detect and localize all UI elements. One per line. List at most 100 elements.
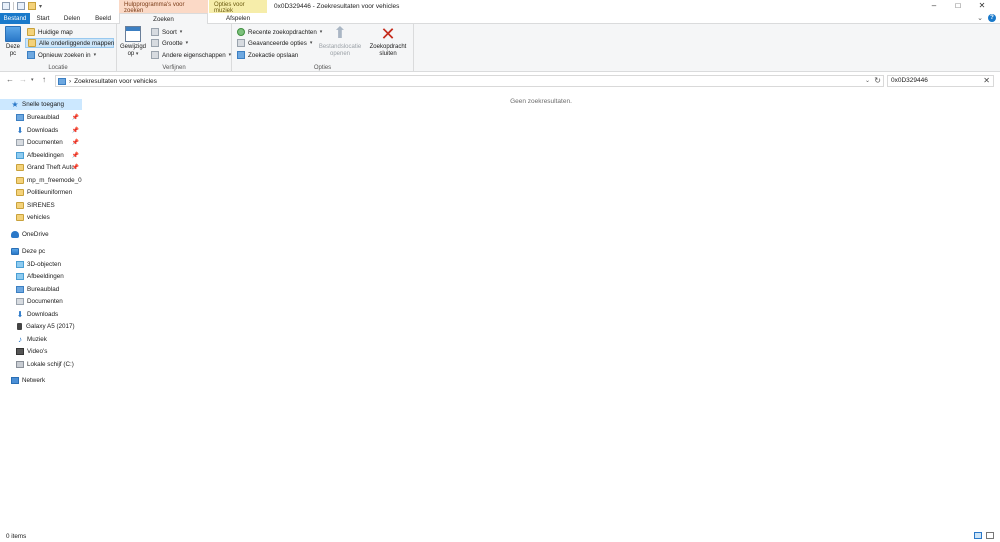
other-properties-button[interactable]: Andere eigenschappen ▾ xyxy=(149,50,233,60)
sidebar-item-downloads[interactable]: ⬇ Downloads 📌 xyxy=(0,125,82,136)
tab-view[interactable]: Beeld xyxy=(89,13,117,24)
subfolders-icon xyxy=(28,39,36,47)
sidebar-item-gta[interactable]: Grand Theft Auto 📌 xyxy=(0,162,82,173)
sidebar-item-3d-objects[interactable]: 3D-objecten xyxy=(0,259,82,270)
date-modified-button[interactable]: Gewijzigd op ▾ xyxy=(119,26,147,58)
tab-share[interactable]: Delen xyxy=(58,13,86,24)
window-title: 0x0D329446 - Zoekresultaten voor vehicle… xyxy=(274,3,400,10)
pin-icon: 📌 xyxy=(71,165,79,171)
up-arrow-icon[interactable]: ↑ xyxy=(42,75,46,84)
sidebar-item-label: 3D-objecten xyxy=(27,260,61,268)
sidebar-item-desktop[interactable]: Bureaublad 📌 xyxy=(0,112,82,123)
sidebar-item-label: Snelle toegang xyxy=(22,101,65,108)
open-location-label-2: openen xyxy=(329,51,351,57)
kind-label: Soort xyxy=(162,28,177,36)
ribbon-help-area: ⌄ ? xyxy=(977,14,996,22)
search-again-icon xyxy=(27,51,35,59)
quick-access-toolbar: ▾ xyxy=(2,2,42,10)
cube-icon xyxy=(16,260,24,268)
window-controls: – □ ✕ xyxy=(922,0,994,12)
date-modified-label: Gewijzigd xyxy=(119,44,146,50)
recent-icon xyxy=(237,28,245,36)
address-bar[interactable]: › Zoekresultaten voor vehicles ⌄ ↻ xyxy=(55,75,884,87)
picture-icon xyxy=(16,151,24,159)
back-arrow-icon[interactable]: ← xyxy=(6,75,14,84)
sidebar-item-onedrive[interactable]: OneDrive xyxy=(0,229,82,240)
this-pc-button[interactable]: Deze pc xyxy=(3,26,23,58)
search-tools-context-label: Hulpprogramma's voor zoeken xyxy=(119,0,208,14)
group-refine: Gewijzigd op ▾ Soort ▾ Grootte ▾ Andere … xyxy=(117,24,232,72)
current-folder-label: Huidige map xyxy=(38,28,73,36)
close-search-button[interactable]: ✕ Zoekopdracht sluiten xyxy=(366,25,410,58)
sidebar-item-sirenes[interactable]: SIRENES xyxy=(0,200,82,211)
computer-icon xyxy=(5,26,21,42)
item-count: 0 items xyxy=(6,533,27,540)
properties-icon xyxy=(151,51,159,59)
refresh-icon[interactable]: ↻ xyxy=(874,76,881,85)
current-folder-button[interactable]: Huidige map xyxy=(25,27,75,37)
details-view-icon[interactable] xyxy=(974,532,982,539)
properties-icon[interactable] xyxy=(17,2,25,10)
search-again-button[interactable]: Opnieuw zoeken in ▾ xyxy=(25,50,98,60)
tab-play[interactable]: Afspelen xyxy=(209,13,267,24)
sidebar-item-videos[interactable]: Video's xyxy=(0,346,82,357)
minimize-button[interactable]: – xyxy=(922,0,946,12)
forward-arrow-icon[interactable]: → xyxy=(19,75,27,84)
file-list[interactable]: Geen zoekresultaten. xyxy=(82,88,1000,528)
save-search-button[interactable]: Zoekactie opslaan xyxy=(235,50,300,60)
sidebar-item-galaxy[interactable]: Galaxy A5 (2017) xyxy=(0,321,82,332)
recent-locations-chevron-icon[interactable]: ▾ xyxy=(31,77,34,83)
search-input[interactable]: 0x0D329446 ✕ xyxy=(887,75,994,87)
sidebar-item-label: Afbeeldingen xyxy=(27,273,64,280)
chevron-down-icon[interactable]: ⌄ xyxy=(865,77,870,84)
advanced-options-button[interactable]: Geavanceerde opties ▾ xyxy=(235,38,314,48)
sidebar-item-freemode[interactable]: mp_m_freemode_01 xyxy=(0,175,82,186)
size-button[interactable]: Grootte ▾ xyxy=(149,38,190,48)
tab-file[interactable]: Bestand xyxy=(0,13,30,24)
help-icon[interactable]: ? xyxy=(988,14,996,22)
search-again-label: Opnieuw zoeken in xyxy=(38,51,91,59)
open-file-location-button[interactable]: ⬆ Bestandslocatie openen xyxy=(316,26,364,58)
sidebar-item-uniforms[interactable]: Politieuniformen xyxy=(0,187,82,198)
tab-home[interactable]: Start xyxy=(31,13,55,24)
folder-icon xyxy=(16,201,24,209)
recent-searches-button[interactable]: Recente zoekopdrachten ▾ xyxy=(235,27,324,37)
new-folder-icon[interactable] xyxy=(28,2,36,10)
breadcrumb-separator[interactable]: › xyxy=(69,78,71,85)
sidebar-item-music[interactable]: ♪ Muziek xyxy=(0,334,82,345)
breadcrumb[interactable]: Zoekresultaten voor vehicles xyxy=(74,78,157,85)
title-bar: ▾ Hulpprogramma's voor zoeken Opties voo… xyxy=(0,0,1000,14)
close-button[interactable]: ✕ xyxy=(970,0,994,12)
sidebar-item-label: mp_m_freemode_01 xyxy=(27,176,82,184)
sidebar-item-pc-pictures[interactable]: Afbeeldingen xyxy=(0,271,82,282)
maximize-button[interactable]: □ xyxy=(946,0,970,12)
chevron-down-icon: ▾ xyxy=(228,52,232,58)
sidebar-item-local-disk[interactable]: Lokale schijf (C:) xyxy=(0,359,82,370)
recent-searches-label: Recente zoekopdrachten xyxy=(248,28,317,36)
all-subfolders-button[interactable]: Alle onderliggende mappen xyxy=(25,38,114,48)
sidebar-item-quick-access[interactable]: ★ Snelle toegang xyxy=(0,99,82,110)
drive-icon xyxy=(16,360,24,368)
sidebar-item-vehicles[interactable]: vehicles xyxy=(0,212,82,223)
kind-button[interactable]: Soort ▾ xyxy=(149,27,184,37)
sidebar-item-this-pc[interactable]: Deze pc xyxy=(0,246,82,257)
close-search-label-2: sluiten xyxy=(379,51,397,57)
sidebar-item-documents[interactable]: Documenten 📌 xyxy=(0,137,82,148)
sidebar-item-pictures[interactable]: Afbeeldingen 📌 xyxy=(0,150,82,161)
sidebar-item-network[interactable]: Netwerk xyxy=(0,375,82,386)
pin-icon: 📌 xyxy=(71,140,79,146)
sidebar-item-pc-desktop[interactable]: Bureaublad xyxy=(0,284,82,295)
group-label-options: Opties xyxy=(313,65,332,71)
clear-search-icon[interactable]: ✕ xyxy=(983,76,990,86)
download-icon: ⬇ xyxy=(16,309,24,319)
status-bar: 0 items xyxy=(0,530,1000,542)
network-icon xyxy=(11,377,19,384)
chevron-down-icon: ▾ xyxy=(309,40,313,46)
video-icon xyxy=(16,348,24,355)
sidebar-item-label: Grand Theft Auto xyxy=(27,164,74,171)
sidebar-item-pc-documents[interactable]: Documenten xyxy=(0,296,82,307)
customize-toolbar-icon[interactable]: ▾ xyxy=(39,3,42,10)
sidebar-item-pc-downloads[interactable]: ⬇ Downloads xyxy=(0,309,82,320)
large-icons-view-icon[interactable] xyxy=(986,532,994,539)
chevron-down-icon[interactable]: ⌄ xyxy=(977,14,983,22)
